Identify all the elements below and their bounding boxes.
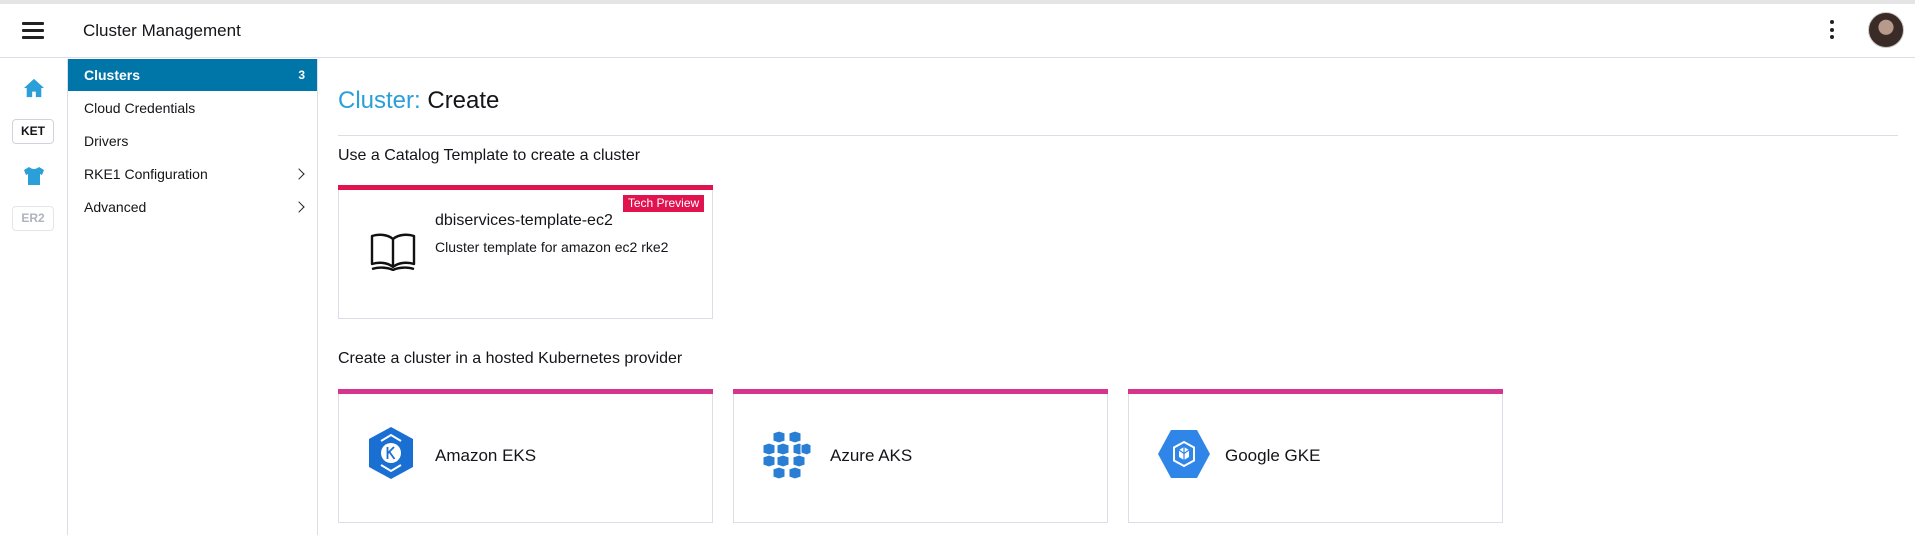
page-title-main: Create	[427, 87, 500, 114]
sidebar-item-label: Drivers	[84, 133, 129, 149]
home-icon[interactable]	[23, 78, 45, 98]
provider-card-google-gke[interactable]: Google GKE	[1128, 389, 1503, 523]
catalog-section-heading: Use a Catalog Template to create a clust…	[338, 147, 641, 164]
tech-preview-badge: Tech Preview	[623, 195, 704, 212]
more-options-icon[interactable]	[1826, 20, 1838, 42]
sidebar-item-label: Cloud Credentials	[84, 100, 196, 116]
azure-aks-icon	[762, 430, 812, 480]
sidebar-item-rke1-configuration[interactable]: RKE1 Configuration	[68, 158, 317, 190]
card-accent-bar	[733, 389, 1108, 394]
sidebar-item-label: RKE1 Configuration	[84, 166, 208, 182]
side-navigation: Clusters 3 Cloud Credentials Drivers RKE…	[68, 59, 318, 535]
cluster-rail: KET ER2	[0, 59, 68, 535]
shirt-icon[interactable]	[22, 165, 46, 187]
amazon-eks-icon	[369, 427, 413, 479]
page-title-prefix: Cluster:	[338, 87, 421, 114]
template-description: Cluster template for amazon ec2 rke2	[435, 239, 669, 255]
template-name: dbiservices-template-ec2	[435, 212, 613, 229]
card-accent-bar	[1128, 389, 1503, 394]
chevron-right-icon	[293, 201, 305, 213]
book-icon	[370, 233, 416, 271]
header-title: Cluster Management	[83, 21, 241, 40]
page-title: Cluster: Create	[338, 87, 499, 115]
title-divider	[338, 135, 1898, 136]
menu-icon[interactable]	[22, 22, 44, 40]
provider-name: Azure AKS	[830, 446, 913, 465]
card-accent-bar	[338, 185, 713, 190]
sidebar-item-advanced[interactable]: Advanced	[68, 191, 317, 223]
rail-cluster-ket[interactable]: KET	[12, 119, 54, 144]
sidebar-item-label: Advanced	[84, 199, 147, 215]
card-accent-bar	[338, 389, 713, 394]
sidebar-item-cloud-credentials[interactable]: Cloud Credentials	[68, 92, 317, 124]
sidebar-item-clusters[interactable]: Clusters 3	[68, 59, 317, 91]
rail-cluster-er2[interactable]: ER2	[12, 206, 54, 231]
provider-card-azure-aks[interactable]: Azure AKS	[733, 389, 1108, 523]
sidebar-item-drivers[interactable]: Drivers	[68, 125, 317, 157]
sidebar-item-label: Clusters	[84, 67, 141, 83]
template-card[interactable]: Tech Preview dbiservices-template-ec2 Cl…	[338, 185, 713, 319]
provider-name: Google GKE	[1225, 446, 1321, 465]
chevron-right-icon	[293, 168, 305, 180]
hosted-section-heading: Create a cluster in a hosted Kubernetes …	[338, 350, 683, 367]
app-header: Cluster Management	[0, 4, 1915, 58]
user-avatar[interactable]	[1868, 12, 1904, 48]
google-gke-icon	[1158, 430, 1210, 478]
clusters-count-badge: 3	[298, 68, 305, 82]
provider-name: Amazon EKS	[435, 446, 537, 465]
provider-card-amazon-eks[interactable]: Amazon EKS	[338, 389, 713, 523]
